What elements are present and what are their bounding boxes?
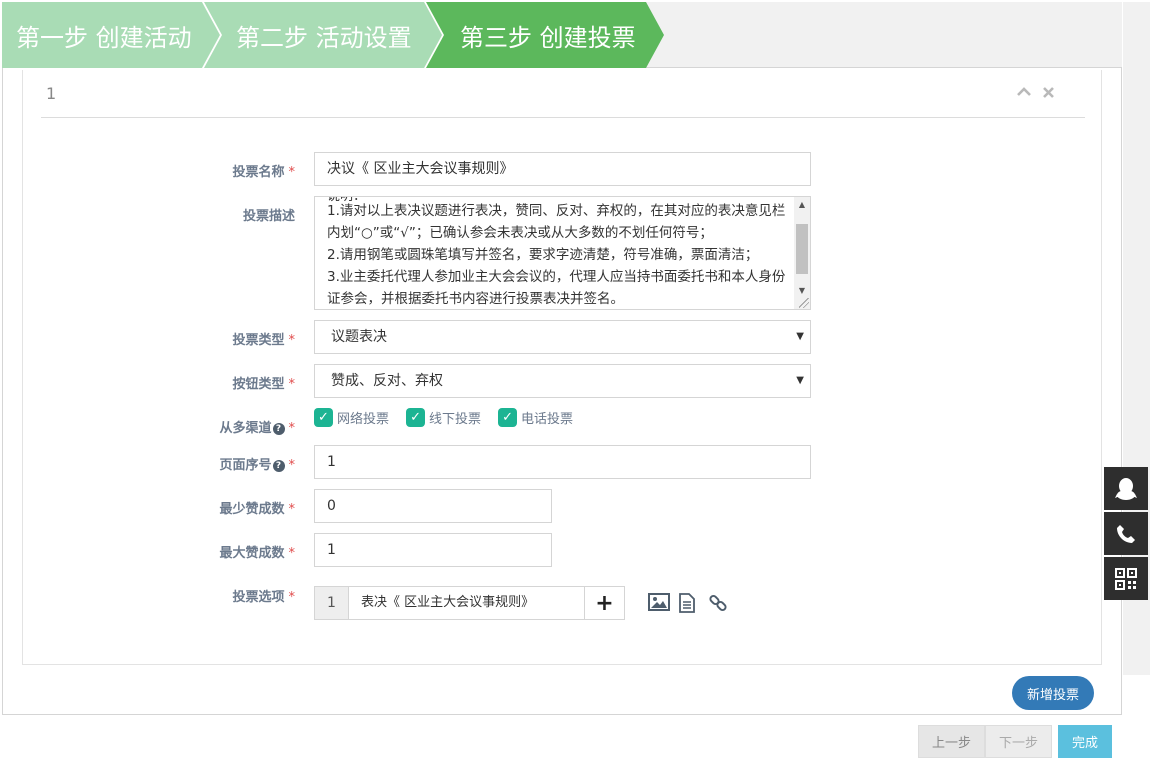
button-type-select[interactable]: 赞成、反对、弃权 ▼	[314, 364, 811, 398]
max-approve-label: 最大赞成数 *	[219, 546, 295, 561]
max-approve-input[interactable]: 1	[314, 533, 552, 567]
channel-online-checkbox[interactable]: ✓ 网络投票	[314, 408, 389, 427]
textarea-scrollbar[interactable]: ▲ ▼	[794, 197, 810, 309]
help-icon[interactable]: ?	[272, 423, 285, 435]
add-option-button[interactable]: +	[585, 586, 625, 620]
step-progress: 第一步 创建活动 第二步 活动设置 第三步 创建投票	[2, 2, 1122, 68]
qq-icon[interactable]	[1104, 467, 1148, 510]
document-icon[interactable]	[678, 593, 698, 613]
chevron-down-icon: ▼	[796, 375, 804, 386]
channel-offline-checkbox[interactable]: ✓ 线下投票	[406, 408, 481, 427]
channel-phone-checkbox[interactable]: ✓ 电话投票	[498, 408, 573, 427]
phone-icon[interactable]	[1104, 512, 1148, 555]
step-label: 第三步 创建投票	[460, 23, 636, 52]
page-no-input[interactable]: 1	[314, 445, 811, 479]
scroll-up-icon[interactable]: ▲	[797, 200, 807, 209]
collapse-icon[interactable]	[1017, 84, 1031, 100]
option-number: 1	[314, 586, 349, 620]
option-text-input[interactable]: 表决《 区业主大会议事规则》	[349, 586, 585, 620]
scroll-thumb[interactable]	[796, 224, 808, 274]
step-label: 第二步 活动设置	[236, 23, 412, 52]
channel-checkboxes: ✓ 网络投票 ✓ 线下投票 ✓ 电话投票	[314, 408, 590, 427]
min-approve-input[interactable]: 0	[314, 489, 552, 523]
wizard-nav: 上一步 下一步 完成	[918, 725, 1112, 758]
check-icon: ✓	[314, 408, 333, 427]
scroll-down-icon[interactable]: ▼	[797, 286, 807, 295]
desc-text: 1.请对以上表决议题进行表决，赞同、反对、弃权的，在其对应的表决意见栏内划“○”…	[327, 203, 786, 307]
image-icon[interactable]	[648, 593, 670, 613]
step-activity-settings[interactable]: 第二步 活动设置	[202, 2, 442, 68]
step-create-vote[interactable]: 第三步 创建投票	[424, 2, 664, 68]
add-vote-button[interactable]: 新增投票	[1012, 676, 1094, 710]
channels-label: 从多渠道? *	[219, 421, 295, 436]
next-step-button[interactable]: 下一步	[985, 725, 1052, 758]
panel-title: 1	[46, 84, 57, 103]
qrcode-icon[interactable]	[1104, 557, 1148, 600]
min-approve-label: 最少赞成数 *	[219, 502, 295, 517]
page-no-label: 页面序号? *	[219, 458, 295, 473]
vote-options-label: 投票选项 *	[232, 590, 295, 605]
floating-toolbar	[1104, 467, 1148, 602]
link-icon[interactable]	[708, 593, 728, 613]
vote-option-item: 1 表决《 区业主大会议事规则》 +	[314, 586, 625, 620]
vote-desc-textarea[interactable]: 说明： 1.请对以上表决议题进行表决，赞同、反对、弃权的，在其对应的表决意见栏内…	[314, 196, 811, 310]
panel-tools	[1017, 84, 1055, 100]
check-icon: ✓	[406, 408, 426, 427]
vote-type-value: 议题表决	[331, 329, 387, 345]
button-type-label: 按钮类型 *	[232, 377, 295, 392]
vote-name-input[interactable]: 决议《 区业主大会议事规则》	[314, 152, 811, 186]
step-label: 第一步 创建活动	[16, 23, 192, 52]
help-icon[interactable]: ?	[272, 460, 285, 472]
vote-type-label: 投票类型 *	[232, 333, 295, 348]
close-icon[interactable]	[1041, 84, 1055, 100]
resize-grip-icon[interactable]	[799, 298, 809, 308]
vote-name-label: 投票名称 *	[232, 165, 295, 180]
vote-panel: 1 投票名称 * 决议《 区业主大会议事规则》 投票描述 说明： 1.请对以上表决…	[22, 70, 1102, 665]
vote-type-select[interactable]: 议题表决 ▼	[314, 320, 811, 354]
button-type-value: 赞成、反对、弃权	[331, 373, 443, 389]
option-media-tools	[648, 593, 728, 613]
chevron-down-icon: ▼	[796, 331, 804, 342]
finish-button[interactable]: 完成	[1058, 725, 1112, 758]
prev-step-button[interactable]: 上一步	[918, 725, 985, 758]
check-icon: ✓	[498, 408, 518, 427]
vote-desc-label: 投票描述	[242, 209, 295, 224]
step-create-activity[interactable]: 第一步 创建活动	[2, 2, 220, 68]
panel-header: 1	[41, 70, 1085, 118]
